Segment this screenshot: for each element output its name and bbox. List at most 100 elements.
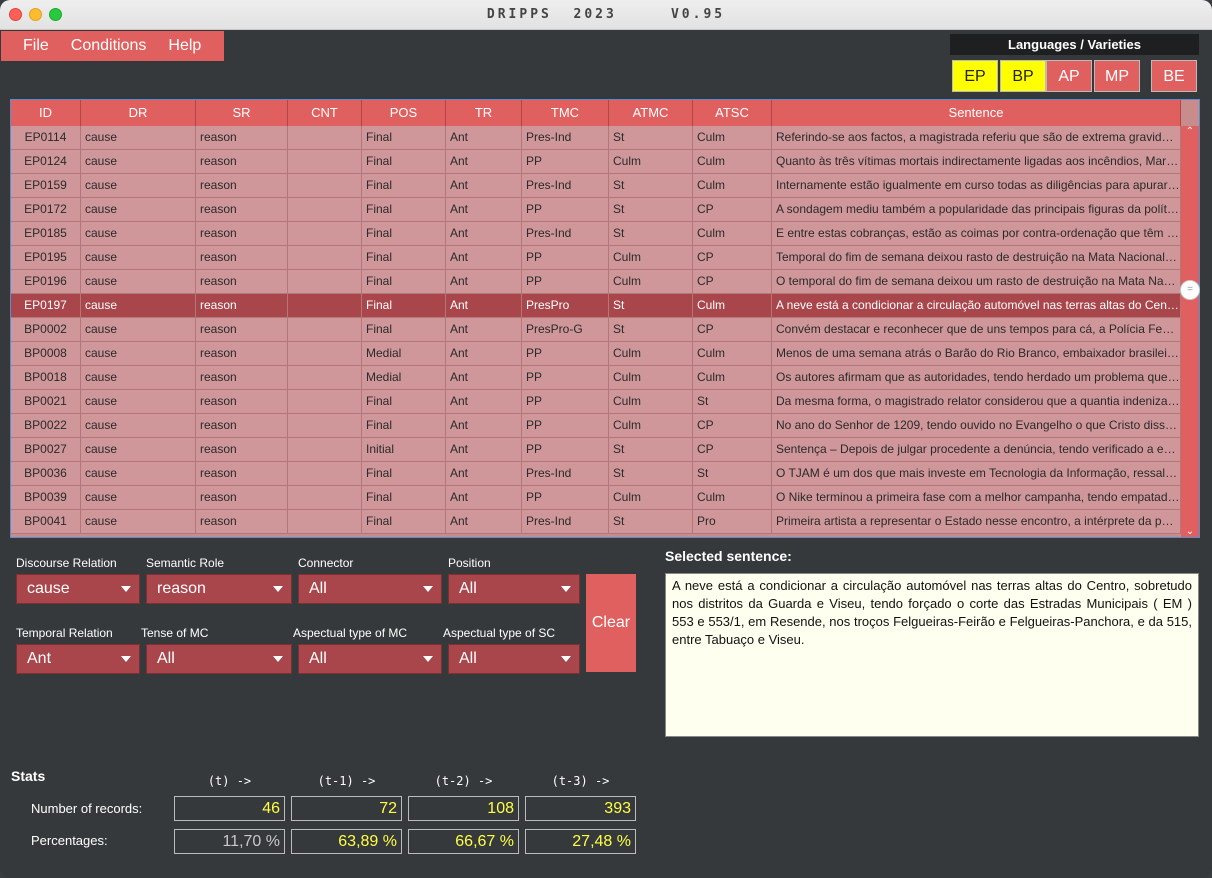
table-row[interactable]: BP0041 cause reason Final Ant Pres-Ind St Pro Pr… (11, 510, 1181, 534)
table-cell-tr: Ant (446, 270, 522, 293)
table-cell-cnt (288, 246, 362, 269)
table-cell-atmc: St (609, 198, 693, 221)
table-row[interactable]: BP0027 cause reason Initial Ant PP St CP Sentenç… (11, 438, 1181, 462)
stats-col-t2: (t-2) -> (434, 774, 493, 788)
table-cell-cnt (288, 510, 362, 533)
table-cell-atmc: Culm (609, 390, 693, 413)
table-cell-tmc: PP (522, 390, 609, 413)
table-cell-cnt (288, 294, 362, 317)
column-header-sentence[interactable]: Sentence (772, 100, 1181, 126)
table-row[interactable]: BP0002 cause reason Final Ant PresPro-G St CP C… (11, 318, 1181, 342)
table-cell-dr: cause (81, 294, 196, 317)
table-cell-sr: reason (196, 150, 288, 173)
lang-button-bp[interactable]: BP (1000, 60, 1046, 92)
table-cell-sr: reason (196, 414, 288, 437)
table-row[interactable]: BP0018 cause reason Medial Ant PP Culm Culm Os a… (11, 366, 1181, 390)
menu-help[interactable]: Help (158, 37, 211, 55)
table-row[interactable]: EP0114 cause reason Final Ant Pres-Ind St Culm R… (11, 126, 1181, 150)
lang-button-be[interactable]: BE (1151, 60, 1197, 92)
table-cell-tmc: Pres-Ind (522, 462, 609, 485)
lang-button-mp[interactable]: MP (1094, 60, 1140, 92)
table-row[interactable]: BP0039 cause reason Final Ant PP Culm Culm O Nik… (11, 486, 1181, 510)
temporal-relation-label: Temporal Relation (16, 626, 113, 640)
aspectual-mc-select[interactable]: All (298, 644, 442, 674)
table-cell-tmc: PP (522, 438, 609, 461)
column-header-tr[interactable]: TR (446, 100, 522, 126)
temporal-relation-select[interactable]: Ant (16, 644, 140, 674)
table-cell-sentence: O TJAM é um dos que mais investe em Tecn… (772, 462, 1181, 485)
table-row[interactable]: EP0172 cause reason Final Ant PP St CP A sondage… (11, 198, 1181, 222)
column-header-cnt[interactable]: CNT (288, 100, 362, 126)
table-cell-dr: cause (81, 198, 196, 221)
table-cell-sr: reason (196, 222, 288, 245)
table-cell-tr: Ant (446, 198, 522, 221)
column-header-sr[interactable]: SR (196, 100, 288, 126)
scroll-down-icon[interactable]: ⌄ (1181, 526, 1199, 537)
table-cell-cnt (288, 390, 362, 413)
table-row[interactable]: BP0008 cause reason Medial Ant PP Culm Culm Men… (11, 342, 1181, 366)
semantic-role-select[interactable]: reason (146, 574, 292, 604)
table-cell-tr: Ant (446, 126, 522, 149)
clear-button[interactable]: Clear (586, 574, 636, 672)
table-cell-sr: reason (196, 342, 288, 365)
scroll-thumb[interactable]: = (1180, 280, 1200, 300)
connector-select[interactable]: All (298, 574, 442, 604)
lang-button-ep[interactable]: EP (952, 60, 998, 92)
table-row[interactable]: BP0021 cause reason Final Ant PP Culm St Da mesm… (11, 390, 1181, 414)
tense-mc-select[interactable]: All (146, 644, 292, 674)
table-cell-id: EP0197 (11, 294, 81, 317)
table-cell-pos: Final (362, 414, 446, 437)
table-cell-atsc: St (693, 462, 772, 485)
table-cell-tmc: PP (522, 414, 609, 437)
table-cell-id: BP0002 (11, 318, 81, 341)
table-cell-atmc: St (609, 318, 693, 341)
table-scrollbar[interactable]: ⌃ ⌄ (1181, 126, 1199, 537)
table-cell-tmc: PP (522, 270, 609, 293)
table-cell-sr: reason (196, 390, 288, 413)
stats-col-t1: (t-1) -> (317, 774, 376, 788)
table-cell-tmc: Pres-Ind (522, 174, 609, 197)
selected-sentence-title: Selected sentence: (665, 548, 792, 564)
table-cell-dr: cause (81, 342, 196, 365)
table-cell-sr: reason (196, 462, 288, 485)
table-row[interactable]: BP0022 cause reason Final Ant PP Culm CP No ano … (11, 414, 1181, 438)
table-cell-tmc: PresPro-G (522, 318, 609, 341)
table-cell-sentence: O temporal do fim de semana deixou um ra… (772, 270, 1181, 293)
scroll-up-icon[interactable]: ⌃ (1181, 126, 1199, 137)
table-cell-dr: cause (81, 438, 196, 461)
table-row[interactable]: EP0197 cause reason Final Ant PresPro St Culm A … (11, 294, 1181, 318)
column-header-atsc[interactable]: ATSC (693, 100, 772, 126)
table-cell-atmc: St (609, 510, 693, 533)
table-row[interactable]: BP0036 cause reason Final Ant Pres-Ind St St O T… (11, 462, 1181, 486)
table-cell-tmc: PP (522, 366, 609, 389)
aspectual-sc-select[interactable]: All (448, 644, 580, 674)
table-row[interactable]: EP0196 cause reason Final Ant PP Culm CP O tempo… (11, 270, 1181, 294)
title-bar: DRIPPS 2023 V0.95 (0, 0, 1212, 30)
table-row[interactable]: EP0124 cause reason Final Ant PP Culm Culm Quant… (11, 150, 1181, 174)
menu-file[interactable]: File (13, 37, 59, 55)
table-cell-sentence: Da mesma forma, o magistrado relator con… (772, 390, 1181, 413)
table-cell-sr: reason (196, 318, 288, 341)
column-header-atmc[interactable]: ATMC (609, 100, 693, 126)
table-cell-id: EP0195 (11, 246, 81, 269)
table-row[interactable]: EP0195 cause reason Final Ant PP Culm CP Tempora… (11, 246, 1181, 270)
table-cell-pos: Initial (362, 438, 446, 461)
discourse-relation-select[interactable]: cause (16, 574, 140, 604)
column-header-dr[interactable]: DR (81, 100, 196, 126)
column-header-id[interactable]: ID (11, 100, 81, 126)
table-cell-dr: cause (81, 150, 196, 173)
table-cell-atmc: St (609, 294, 693, 317)
selected-sentence-text[interactable]: A neve está a condicionar a circulação a… (665, 573, 1199, 737)
table-cell-sr: reason (196, 294, 288, 317)
menu-conditions[interactable]: Conditions (61, 37, 157, 55)
table-row[interactable]: EP0185 cause reason Final Ant Pres-Ind St Culm E… (11, 222, 1181, 246)
lang-button-ap[interactable]: AP (1046, 60, 1092, 92)
table-cell-tmc: PP (522, 486, 609, 509)
table-cell-sentence: Sentença – Depois de julgar procedente a… (772, 438, 1181, 461)
column-header-tmc[interactable]: TMC (522, 100, 609, 126)
table-cell-pos: Final (362, 174, 446, 197)
table-row[interactable]: EP0159 cause reason Final Ant Pres-Ind St Culm I… (11, 174, 1181, 198)
position-select[interactable]: All (448, 574, 580, 604)
column-header-pos[interactable]: POS (362, 100, 446, 126)
table-cell-tmc: PP (522, 342, 609, 365)
